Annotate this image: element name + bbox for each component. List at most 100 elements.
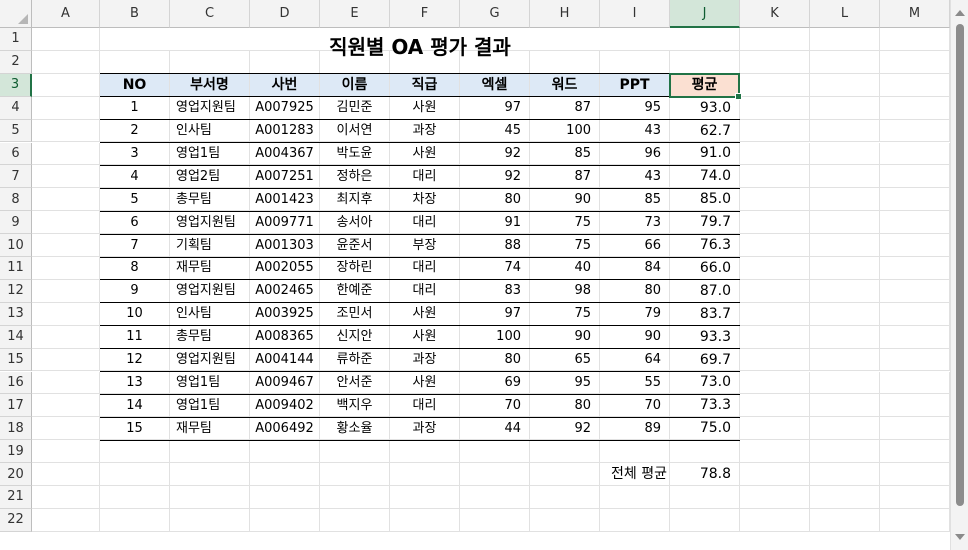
- table-cell[interactable]: 75: [530, 211, 600, 235]
- table-cell[interactable]: 90: [530, 188, 600, 212]
- table-cell[interactable]: 83.7: [670, 302, 740, 326]
- cell-l13[interactable]: [810, 302, 880, 326]
- cell-m10[interactable]: [880, 234, 950, 257]
- cell-c19[interactable]: [170, 440, 250, 464]
- table-cell[interactable]: 최지후: [320, 188, 390, 212]
- cell-k20[interactable]: [740, 463, 810, 486]
- row-header-8[interactable]: 8: [0, 188, 32, 212]
- table-cell[interactable]: 80: [530, 394, 600, 418]
- cell-m1[interactable]: [880, 28, 950, 51]
- table-cell[interactable]: 1: [100, 96, 170, 120]
- table-header-3[interactable]: 사번: [250, 73, 320, 97]
- scrollbar-thumb[interactable]: [956, 24, 964, 506]
- cell-k5[interactable]: [740, 119, 810, 143]
- table-cell[interactable]: 69.7: [670, 348, 740, 372]
- cell-h21[interactable]: [530, 486, 600, 509]
- table-cell[interactable]: 85: [600, 188, 670, 212]
- table-header-2[interactable]: 부서명: [170, 73, 250, 97]
- cell-a20[interactable]: [32, 463, 100, 486]
- cell-a19[interactable]: [32, 440, 100, 464]
- table-cell[interactable]: A001283: [250, 119, 320, 143]
- table-cell[interactable]: 과장: [390, 417, 460, 441]
- table-cell[interactable]: 95: [600, 96, 670, 120]
- table-cell[interactable]: 13: [100, 371, 170, 395]
- row-header-5[interactable]: 5: [0, 119, 32, 143]
- cell-a13[interactable]: [32, 302, 100, 326]
- cell-c20[interactable]: [170, 463, 250, 486]
- table-cell[interactable]: 64: [600, 348, 670, 372]
- cell-l8[interactable]: [810, 188, 880, 212]
- table-cell[interactable]: 기획팀: [170, 234, 250, 257]
- table-cell[interactable]: 대리: [390, 257, 460, 280]
- table-cell[interactable]: 영업2팀: [170, 165, 250, 189]
- cell-e19[interactable]: [320, 440, 390, 464]
- cell-m18[interactable]: [880, 417, 950, 441]
- table-cell[interactable]: 84: [600, 257, 670, 280]
- table-cell[interactable]: 100: [530, 119, 600, 143]
- table-cell[interactable]: 76.3: [670, 234, 740, 257]
- table-cell[interactable]: 87: [530, 96, 600, 120]
- table-cell[interactable]: 92: [460, 142, 530, 166]
- table-cell[interactable]: 73: [600, 211, 670, 235]
- table-cell[interactable]: 7: [100, 234, 170, 257]
- row-header-18[interactable]: 18: [0, 417, 32, 441]
- table-cell[interactable]: A009771: [250, 211, 320, 235]
- cell-k12[interactable]: [740, 279, 810, 303]
- cell-m12[interactable]: [880, 279, 950, 303]
- cell-k16[interactable]: [740, 371, 810, 395]
- row-header-11[interactable]: 11: [0, 257, 32, 280]
- table-cell[interactable]: A009402: [250, 394, 320, 418]
- cell-g20[interactable]: [460, 463, 530, 486]
- table-cell[interactable]: 87: [530, 165, 600, 189]
- table-cell[interactable]: 재무팀: [170, 417, 250, 441]
- table-cell[interactable]: 91.0: [670, 142, 740, 166]
- cell-a16[interactable]: [32, 371, 100, 395]
- table-cell[interactable]: 40: [530, 257, 600, 280]
- table-cell[interactable]: 차장: [390, 188, 460, 212]
- cell-b22[interactable]: [100, 508, 170, 532]
- cell-h19[interactable]: [530, 440, 600, 464]
- table-cell[interactable]: 영업지원팀: [170, 279, 250, 303]
- cell-m19[interactable]: [880, 440, 950, 464]
- table-cell[interactable]: 92: [530, 417, 600, 441]
- cell-d20[interactable]: [250, 463, 320, 486]
- cell-k8[interactable]: [740, 188, 810, 212]
- cell-i19[interactable]: [600, 440, 670, 464]
- table-cell[interactable]: 송서아: [320, 211, 390, 235]
- cell-b21[interactable]: [100, 486, 170, 509]
- cell-l7[interactable]: [810, 165, 880, 189]
- cell-k3[interactable]: [740, 73, 810, 97]
- table-header-5[interactable]: 직급: [390, 73, 460, 97]
- cell-i22[interactable]: [600, 508, 670, 532]
- cell-a10[interactable]: [32, 234, 100, 257]
- column-header-k[interactable]: K: [740, 0, 810, 28]
- table-cell[interactable]: 대리: [390, 165, 460, 189]
- cell-e20[interactable]: [320, 463, 390, 486]
- table-cell[interactable]: 14: [100, 394, 170, 418]
- cell-l9[interactable]: [810, 211, 880, 235]
- table-header-4[interactable]: 이름: [320, 73, 390, 97]
- cell-a11[interactable]: [32, 257, 100, 280]
- table-cell[interactable]: 총무팀: [170, 325, 250, 349]
- cell-g19[interactable]: [460, 440, 530, 464]
- cell-e21[interactable]: [320, 486, 390, 509]
- scroll-up-icon[interactable]: [955, 10, 965, 16]
- table-cell[interactable]: 인사팀: [170, 302, 250, 326]
- table-cell[interactable]: 이서연: [320, 119, 390, 143]
- table-cell[interactable]: 6: [100, 211, 170, 235]
- table-cell[interactable]: 93.0: [670, 96, 740, 120]
- table-cell[interactable]: 재무팀: [170, 257, 250, 280]
- table-cell[interactable]: 80: [460, 348, 530, 372]
- cell-b20[interactable]: [100, 463, 170, 486]
- cell-m8[interactable]: [880, 188, 950, 212]
- table-cell[interactable]: 영업1팀: [170, 371, 250, 395]
- table-cell[interactable]: 한예준: [320, 279, 390, 303]
- cell-j21[interactable]: [670, 486, 740, 509]
- table-cell[interactable]: 90: [600, 325, 670, 349]
- table-cell[interactable]: 영업1팀: [170, 142, 250, 166]
- table-cell[interactable]: 과장: [390, 119, 460, 143]
- cell-c21[interactable]: [170, 486, 250, 509]
- cell-j19[interactable]: [670, 440, 740, 464]
- cell-m11[interactable]: [880, 257, 950, 280]
- table-cell[interactable]: 사원: [390, 96, 460, 120]
